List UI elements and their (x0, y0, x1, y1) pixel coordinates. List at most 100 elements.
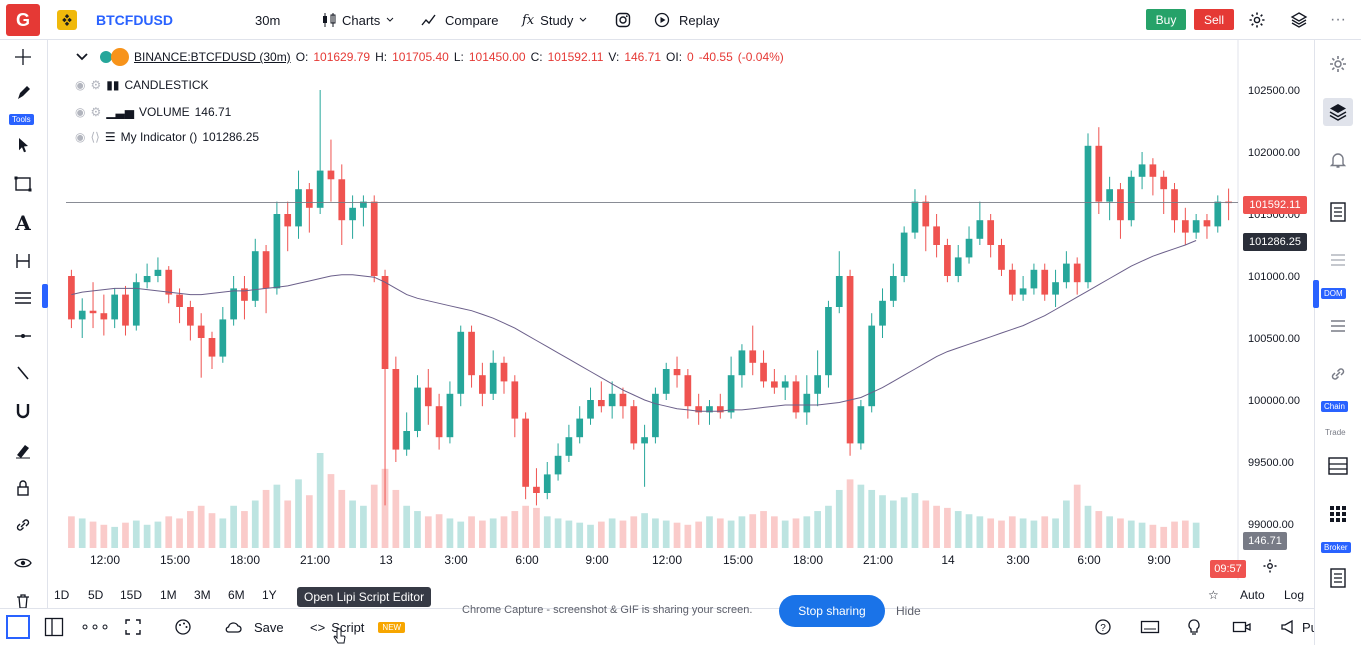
range-1y[interactable]: 1Y (262, 588, 277, 602)
range-1m[interactable]: 1M (160, 588, 177, 602)
auto-scale-button[interactable]: Auto (1240, 588, 1265, 602)
watchlist-tool[interactable] (1323, 198, 1353, 226)
layers-tool[interactable] (1323, 98, 1353, 126)
settings-button[interactable] (1248, 0, 1266, 40)
volume-bar (576, 522, 584, 548)
fib-tool[interactable] (8, 285, 38, 311)
eraser-tool[interactable] (8, 438, 38, 464)
hide-share-button[interactable]: Hide (896, 604, 921, 618)
volume-label: VOLUME (138, 105, 190, 119)
broker-badge[interactable]: Broker (1321, 542, 1351, 553)
settings-small-icon[interactable]: ⚙ (90, 78, 101, 92)
legend-symbol[interactable]: BINANCE:BTCFDUSD (30m) (134, 50, 291, 64)
price-chart[interactable]: 102500.00102000.00101500.00101000.001005… (48, 40, 1314, 580)
measure-tool[interactable] (8, 248, 38, 274)
lock-tool[interactable] (8, 475, 38, 501)
settings-small-icon[interactable]: ⚙ (90, 105, 101, 119)
range-5d[interactable]: 5D (88, 588, 103, 602)
right-panel-handle[interactable] (1313, 280, 1319, 308)
data-window-tool[interactable] (1323, 246, 1353, 274)
crosshair-tool[interactable] (8, 44, 38, 70)
buy-button[interactable]: Buy (1146, 9, 1186, 30)
apps-tool[interactable] (1323, 500, 1353, 528)
volume-bar (522, 505, 529, 548)
time-tick-label: 18:00 (793, 553, 823, 567)
candle-body (1106, 189, 1113, 202)
instagram-button[interactable] (615, 0, 631, 40)
trend-line-tool[interactable] (8, 360, 38, 386)
app-logo[interactable]: G (6, 4, 40, 36)
cursor-tool[interactable] (8, 132, 38, 158)
range-1d[interactable]: 1D (54, 588, 69, 602)
range-15d[interactable]: 15D (120, 588, 142, 602)
video-button[interactable] (1232, 609, 1252, 645)
chain-tool[interactable] (1323, 360, 1353, 388)
notes-tool[interactable] (1323, 564, 1353, 592)
trade-panel-tool[interactable] (1323, 452, 1353, 480)
star-icon[interactable]: ☆ (1208, 588, 1219, 602)
volume-price-tag: 146.71 (1243, 532, 1287, 550)
volume-bar (122, 522, 129, 548)
binance-icon (57, 10, 77, 30)
theme-button[interactable] (174, 609, 192, 645)
panel-icon (1328, 457, 1348, 475)
candle-body (78, 310, 86, 320)
pen-tool[interactable] (8, 80, 38, 106)
keyboard-button[interactable] (1140, 609, 1160, 645)
more-button[interactable]: ··· (1330, 0, 1346, 40)
rectangle-tool[interactable] (8, 171, 38, 197)
settings-tool[interactable] (1323, 50, 1353, 78)
alerts-tool[interactable] (1323, 146, 1353, 174)
low-value: 101450.00 (468, 50, 526, 64)
dom-badge[interactable]: DOM (1321, 288, 1346, 299)
code-icon[interactable]: ⟨⟩ (90, 130, 99, 144)
interval-selector[interactable]: 30m (255, 0, 280, 40)
layout-split-button[interactable] (44, 609, 64, 645)
range-6m[interactable]: 6M (228, 588, 245, 602)
interval-label: 30m (255, 12, 281, 28)
layers-button[interactable] (1290, 0, 1308, 40)
list-tool[interactable] (1323, 312, 1353, 340)
text-tool[interactable]: A (8, 210, 38, 236)
oi-value: 0 (687, 50, 694, 64)
collapse-chevron-icon[interactable] (75, 52, 89, 62)
visibility-tool[interactable] (8, 550, 38, 576)
candle-body (122, 294, 129, 326)
candle-body (111, 294, 119, 320)
charts-button[interactable]: Charts (322, 0, 394, 40)
volume-bar (143, 524, 151, 548)
eye-icon[interactable]: ◉ (75, 130, 85, 144)
chain-badge[interactable]: Chain (1321, 401, 1348, 412)
price-tick-label: 102000.00 (1248, 147, 1300, 159)
more-layouts-button[interactable]: ∘∘∘ (80, 609, 110, 645)
script-button[interactable]: <> Script NEW (310, 609, 406, 645)
range-3m[interactable]: 3M (194, 588, 211, 602)
replay-button[interactable]: Replay (654, 0, 719, 40)
log-scale-button[interactable]: Log (1284, 588, 1304, 602)
candlestick-icon: ▮▮ (106, 78, 120, 92)
sell-button[interactable]: Sell (1194, 9, 1234, 30)
help-button[interactable]: ? (1094, 609, 1112, 645)
symbol-search[interactable]: BTCFDUSD (56, 0, 173, 40)
fullscreen-button[interactable] (124, 609, 142, 645)
link-tool[interactable] (8, 512, 38, 538)
candle-body (965, 238, 973, 258)
volume-bar (954, 511, 962, 548)
save-button[interactable]: Save (224, 609, 284, 645)
eye-icon[interactable]: ◉ (75, 78, 85, 92)
ideas-button[interactable] (1186, 609, 1202, 645)
stop-sharing-button[interactable]: Stop sharing (779, 595, 885, 627)
magnet-tool[interactable] (8, 398, 38, 424)
horizontal-line-tool[interactable] (8, 323, 38, 349)
layout-single-button[interactable] (6, 609, 30, 645)
volume-bar (760, 511, 767, 548)
horizontal-line-icon (15, 334, 31, 338)
compare-button[interactable]: Compare (421, 0, 498, 40)
candles (68, 90, 1232, 506)
candles-icon (323, 13, 336, 27)
pen-icon (18, 86, 30, 99)
chart-settings-button[interactable] (1262, 558, 1280, 576)
eye-icon[interactable]: ◉ (75, 105, 85, 119)
study-button[interactable]: fx Study (522, 0, 587, 40)
candle-body (879, 300, 886, 326)
